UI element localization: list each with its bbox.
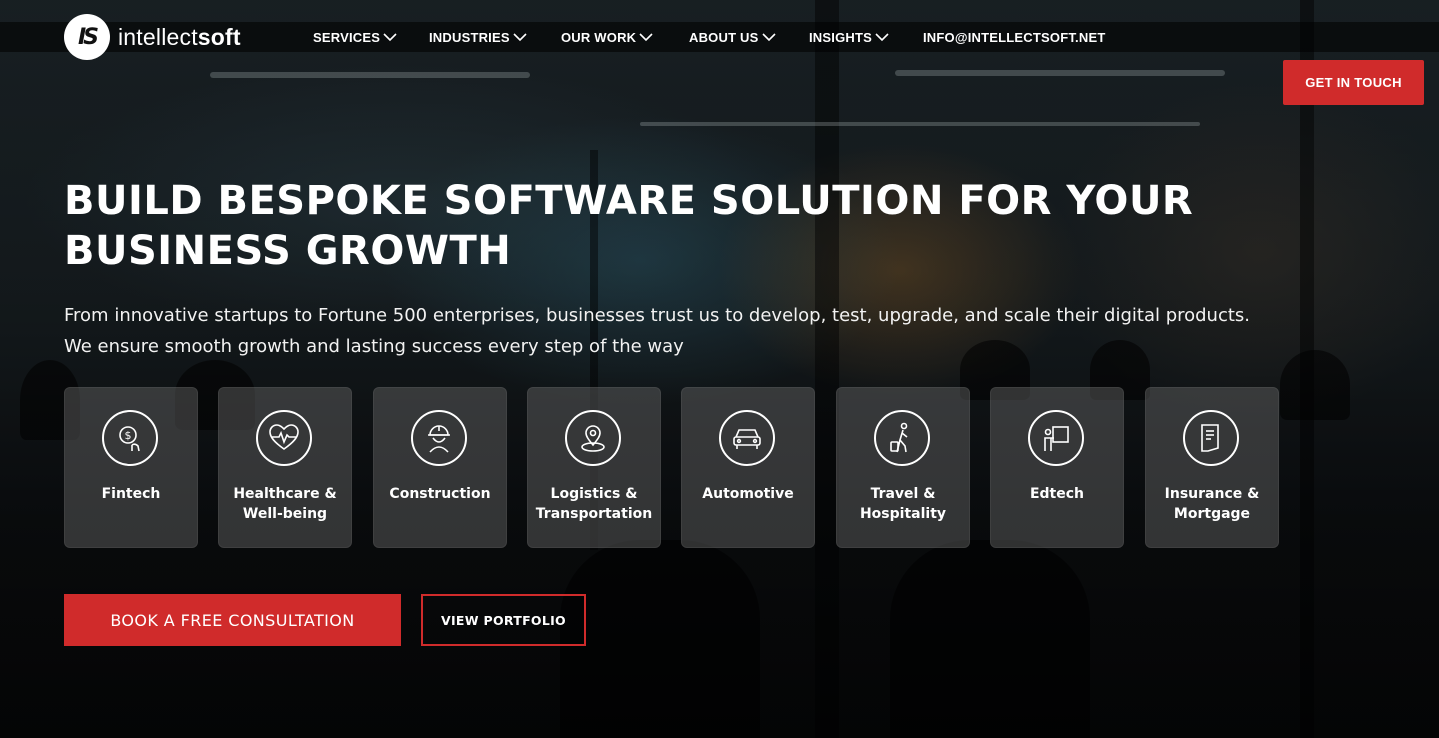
- hero-headline: BUILD BESPOKE SOFTWARE SOLUTION FOR YOUR…: [64, 176, 1214, 276]
- construction-icon: [411, 410, 467, 466]
- view-portfolio-button[interactable]: VIEW PORTFOLIO: [421, 594, 586, 646]
- industry-card-insurance[interactable]: Insurance & Mortgage: [1145, 387, 1279, 548]
- logo-name-bold: soft: [197, 23, 241, 50]
- industry-card-fintech[interactable]: $ Fintech: [64, 387, 198, 548]
- industry-label-line1: Insurance &: [1164, 486, 1260, 502]
- industry-label-line1: Healthcare &: [233, 486, 337, 502]
- chevron-down-icon: [761, 33, 776, 42]
- chevron-down-icon: [639, 33, 653, 42]
- logo-name-light: intellect: [118, 23, 198, 50]
- industry-card-construction[interactable]: Construction: [373, 387, 507, 548]
- industry-card-label: Travel & Hospitality: [836, 484, 970, 524]
- industry-card-logistics[interactable]: Logistics & Transportation: [527, 387, 661, 548]
- edtech-icon: [1028, 410, 1084, 466]
- nav-insights[interactable]: INSIGHTS: [809, 30, 889, 45]
- industry-label-line1: Construction: [389, 486, 491, 502]
- industry-label-line2: Hospitality: [859, 506, 947, 522]
- industry-card-edtech[interactable]: Edtech: [990, 387, 1124, 548]
- industry-card-healthcare[interactable]: Healthcare & Well-being: [218, 387, 352, 548]
- industry-label-line2: Well-being: [242, 506, 328, 522]
- insurance-icon: [1183, 410, 1239, 466]
- chevron-down-icon: [875, 33, 889, 42]
- hero-headline-line2: BUSINESS GROWTH: [64, 228, 512, 274]
- industry-label-line1: Automotive: [702, 486, 794, 502]
- industry-card-label: Logistics & Transportation: [527, 484, 661, 524]
- hero-subtext-line2: We ensure smooth growth and lasting succ…: [64, 336, 684, 357]
- industry-card-automotive[interactable]: Automotive: [681, 387, 815, 548]
- industry-card-label: Healthcare & Well-being: [218, 484, 352, 524]
- industry-label-line1: Fintech: [101, 486, 161, 502]
- hero-subtext: From innovative startups to Fortune 500 …: [64, 300, 1284, 362]
- nav-services-label: SERVICES: [313, 29, 381, 45]
- nav-our-work[interactable]: OUR WORK: [561, 30, 653, 45]
- industry-card-label: Edtech: [990, 484, 1124, 504]
- logistics-icon: [565, 410, 621, 466]
- nav-services[interactable]: SERVICES: [313, 30, 397, 45]
- hero-subtext-line1: From innovative startups to Fortune 500 …: [64, 305, 1251, 326]
- fintech-icon: $: [102, 410, 158, 466]
- industry-label-line1: Travel &: [870, 486, 936, 502]
- book-consultation-button[interactable]: BOOK A FREE CONSULTATION: [64, 594, 401, 646]
- nav-industries-label: INDUSTRIES: [429, 29, 510, 45]
- chevron-down-icon: [383, 33, 397, 42]
- industry-card-label: Fintech: [64, 484, 198, 504]
- automotive-icon: [719, 410, 775, 466]
- nav-about-us[interactable]: ABOUT US: [689, 30, 776, 45]
- nav-our-work-label: OUR WORK: [561, 29, 637, 45]
- logo-mark-icon: IS: [64, 14, 110, 60]
- healthcare-icon: [256, 410, 312, 466]
- industry-card-label: Construction: [373, 484, 507, 504]
- industry-card-travel[interactable]: Travel & Hospitality: [836, 387, 970, 548]
- travel-icon: [874, 410, 930, 466]
- industry-label-line1: Logistics &: [550, 486, 638, 502]
- nav-email-label: INFO@INTELLECTSOFT.NET: [923, 29, 1106, 45]
- nav-insights-label: INSIGHTS: [809, 29, 872, 45]
- industry-label-line2: Transportation: [535, 506, 653, 522]
- svg-text:$: $: [125, 429, 132, 442]
- nav-email-link[interactable]: INFO@INTELLECTSOFT.NET: [923, 30, 1105, 45]
- logo[interactable]: IS intellectsoft: [64, 14, 241, 60]
- industry-label-line2: Mortgage: [1173, 506, 1251, 522]
- industry-card-label: Insurance & Mortgage: [1145, 484, 1279, 524]
- industry-label-line1: Edtech: [1029, 486, 1085, 502]
- nav-about-us-label: ABOUT US: [689, 29, 759, 45]
- chevron-down-icon: [513, 33, 527, 42]
- logo-wordmark: intellectsoft: [118, 24, 241, 51]
- hero-headline-line1: BUILD BESPOKE SOFTWARE SOLUTION FOR YOUR: [64, 178, 1194, 224]
- nav-industries[interactable]: INDUSTRIES: [429, 30, 527, 45]
- get-in-touch-button[interactable]: GET IN TOUCH: [1283, 60, 1424, 105]
- industry-card-label: Automotive: [681, 484, 815, 504]
